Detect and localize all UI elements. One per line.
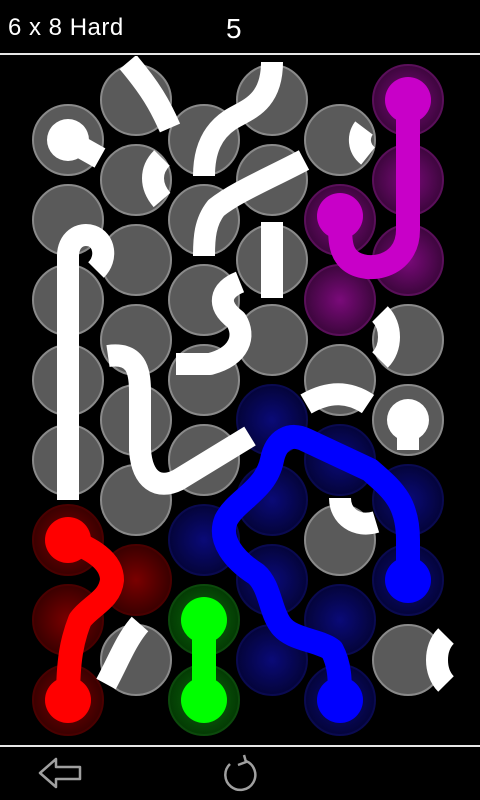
blue-endpoint: [385, 557, 431, 603]
white-endpoint: [47, 119, 89, 161]
move-counter: 5: [226, 13, 242, 44]
green-endpoint: [181, 597, 227, 643]
green-endpoint: [181, 677, 227, 723]
footer-bar: [0, 747, 480, 800]
pipe: [329, 496, 380, 535]
pipe: [426, 628, 455, 692]
red-endpoint: [45, 677, 91, 723]
pipe: [300, 383, 375, 414]
restart-button[interactable]: [216, 753, 264, 793]
red-endpoint: [45, 517, 91, 563]
back-button[interactable]: [38, 753, 86, 793]
header-divider: [0, 53, 480, 55]
blue-endpoint: [317, 677, 363, 723]
back-arrow-icon: [38, 757, 82, 789]
magenta-endpoint: [317, 193, 363, 239]
magenta-endpoint: [385, 77, 431, 123]
game-board[interactable]: [0, 56, 480, 744]
restart-icon: [224, 754, 257, 792]
pipe: [348, 121, 376, 165]
pipe: [371, 306, 400, 368]
level-title: 6 x 8 Hard: [8, 14, 124, 41]
header-bar: 6 x 8 Hard 5: [0, 0, 480, 54]
pipe: [142, 150, 171, 208]
